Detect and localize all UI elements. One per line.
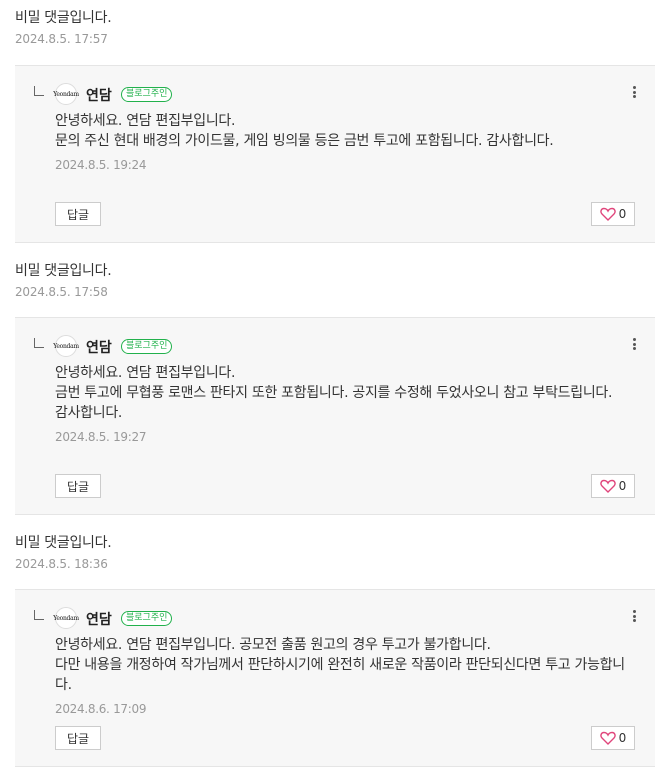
heart-icon: [599, 479, 616, 493]
reply-line: 금번 투고에 무협풍 로맨스 판타지 또한 포함됩니다. 공지를 수정해 두었사…: [55, 385, 613, 401]
reply-date: 2024.8.5. 19:27: [55, 430, 147, 444]
comment: 비밀 댓글입니다. 2024.8.5. 17:58: [15, 262, 112, 299]
like-button[interactable]: 0: [591, 202, 635, 226]
comment: 비밀 댓글입니다. 2024.8.5. 17:57: [15, 9, 112, 46]
avatar[interactable]: Yeondam: [53, 335, 79, 357]
comment: 비밀 댓글입니다. 2024.8.5. 18:36: [15, 534, 112, 571]
comment-text: 비밀 댓글입니다.: [15, 10, 112, 26]
comment-text: 비밀 댓글입니다.: [15, 535, 112, 551]
reply-author[interactable]: 연담: [86, 337, 112, 357]
heart-icon: [599, 731, 616, 745]
reply-body: 안녕하세요. 연담 편집부입니다. 공모전 출품 원고의 경우 투고가 불가합니…: [55, 635, 625, 719]
reply-line: 감사합니다.: [55, 405, 123, 421]
reply-author[interactable]: 연담: [86, 609, 112, 629]
reply: Yeondam 연담 블로그주인 안녕하세요. 연담 편집부입니다. 공모전 출…: [15, 589, 655, 767]
like-count: 0: [618, 731, 627, 745]
owner-badge: 블로그주인: [121, 611, 173, 626]
avatar[interactable]: Yeondam: [53, 83, 79, 105]
like-button[interactable]: 0: [591, 474, 635, 498]
reply-line: 문의 주신 현대 배경의 가이드물, 게임 빙의물 등은 금번 투고에 포함됩니…: [55, 133, 554, 149]
reply: Yeondam 연담 블로그주인 안녕하세요. 연담 편집부입니다. 문의 주신…: [15, 65, 655, 243]
reply-button[interactable]: 답글: [55, 474, 101, 498]
reply-line: 안녕하세요. 연담 편집부입니다. 공모전 출품 원고의 경우 투고가 불가합니…: [55, 637, 491, 653]
like-count: 0: [618, 207, 627, 221]
owner-badge: 블로그주인: [121, 87, 173, 102]
heart-icon: [599, 207, 616, 221]
reply-body: 안녕하세요. 연담 편집부입니다. 문의 주신 현대 배경의 가이드물, 게임 …: [55, 111, 625, 175]
comment-date: 2024.8.5. 18:36: [15, 557, 108, 571]
reply-line: 안녕하세요. 연담 편집부입니다.: [55, 365, 236, 381]
comment-date: 2024.8.5. 17:58: [15, 285, 108, 299]
more-menu-icon[interactable]: [629, 608, 639, 624]
like-count: 0: [618, 479, 627, 493]
reply-author[interactable]: 연담: [86, 85, 112, 105]
reply-line: 안녕하세요. 연담 편집부입니다.: [55, 113, 236, 129]
comment-date: 2024.8.5. 17:57: [15, 32, 108, 46]
avatar[interactable]: Yeondam: [53, 607, 79, 629]
reply-line: 다만 내용을 개정하여 작가님께서 판단하시기에 완전히 새로운 작품이라 판단…: [55, 657, 625, 693]
reply-arrow-icon: [34, 86, 44, 96]
comment-text: 비밀 댓글입니다.: [15, 263, 112, 279]
reply-body: 안녕하세요. 연담 편집부입니다. 금번 투고에 무협풍 로맨스 판타지 또한 …: [55, 363, 625, 447]
more-menu-icon[interactable]: [629, 84, 639, 100]
reply-date: 2024.8.5. 19:24: [55, 158, 147, 172]
reply-date: 2024.8.6. 17:09: [55, 702, 147, 716]
like-button[interactable]: 0: [591, 726, 635, 750]
reply-arrow-icon: [34, 610, 44, 620]
reply-button[interactable]: 답글: [55, 202, 101, 226]
reply-arrow-icon: [34, 338, 44, 348]
more-menu-icon[interactable]: [629, 336, 639, 352]
reply: Yeondam 연담 블로그주인 안녕하세요. 연담 편집부입니다. 금번 투고…: [15, 317, 655, 515]
owner-badge: 블로그주인: [121, 339, 173, 354]
reply-button[interactable]: 답글: [55, 726, 101, 750]
